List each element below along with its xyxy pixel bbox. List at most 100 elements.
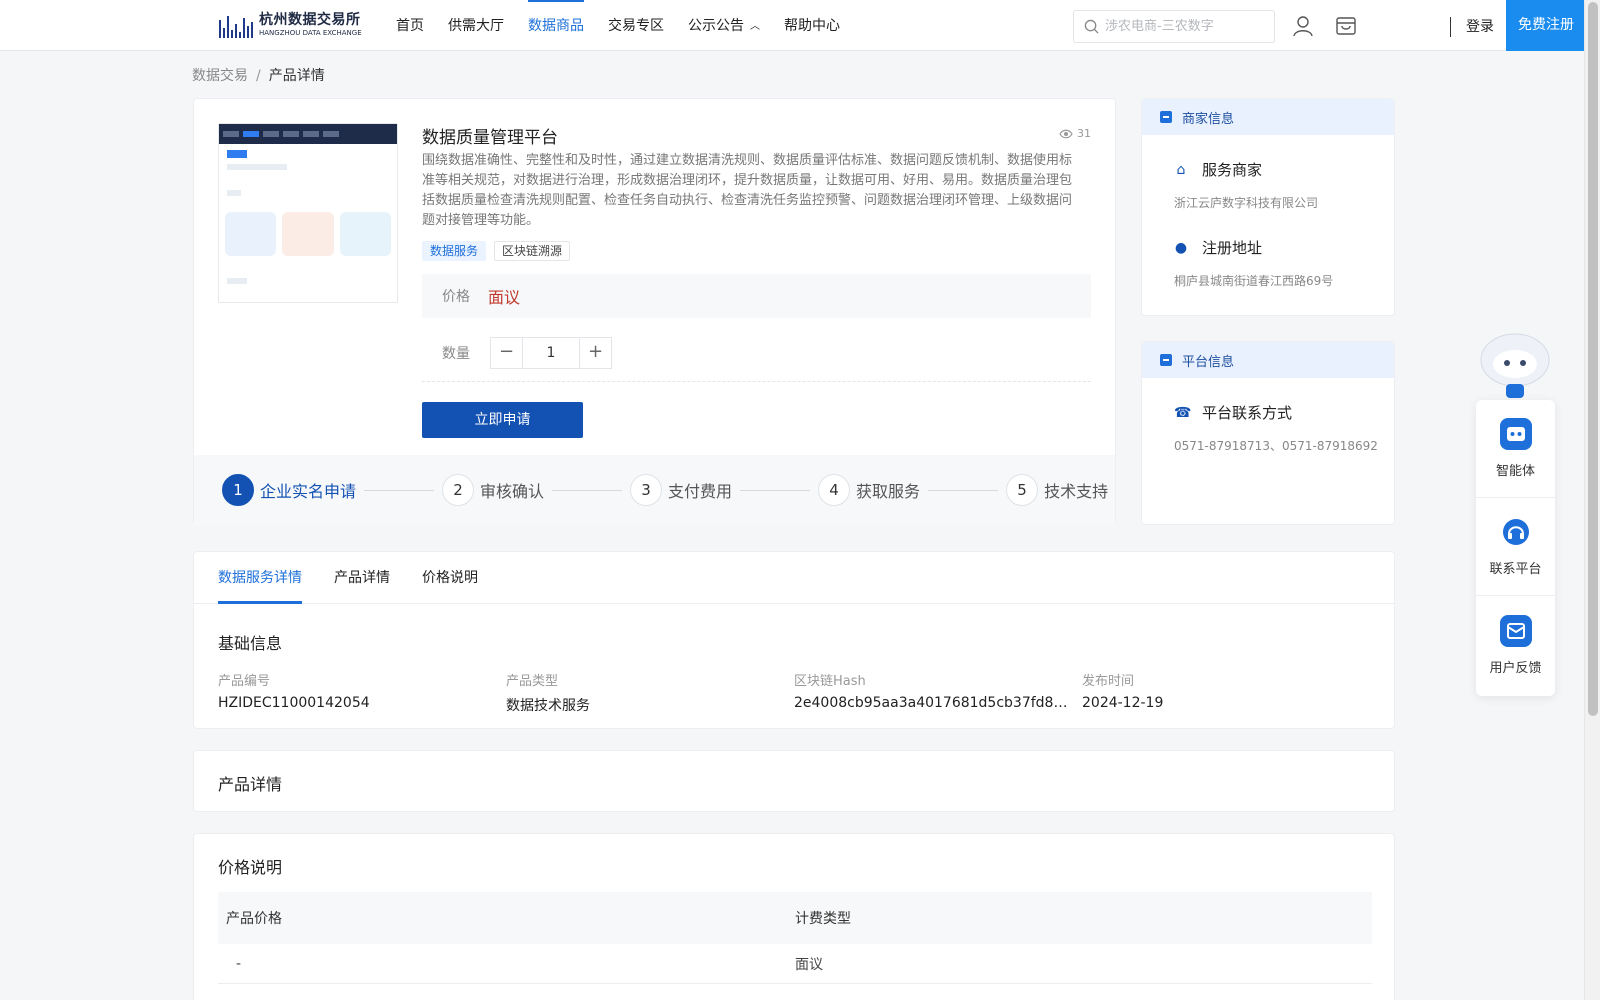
contact-platform-label: 联系平台: [1489, 562, 1542, 577]
user-icon[interactable]: [1292, 15, 1314, 37]
feedback-label: 用户反馈: [1489, 660, 1542, 676]
headset-icon: [1500, 516, 1532, 548]
tab-price-description[interactable]: 价格说明: [422, 552, 478, 604]
info-value: 数据技术服务: [506, 698, 590, 714]
float-panel: 智能体 联系平台 用户反馈: [1476, 400, 1555, 696]
tab-service-details[interactable]: 数据服务详情: [218, 552, 302, 604]
login-link[interactable]: 登录: [1466, 16, 1494, 36]
product-title: 数据质量管理平台: [422, 128, 558, 148]
tag-data-service: 数据服务: [422, 241, 487, 261]
feedback-icon: [1499, 614, 1532, 647]
address-title: 注册地址: [1202, 239, 1263, 257]
platform-header: 平台信息: [1142, 342, 1394, 378]
step-label: 技术支持: [1044, 482, 1109, 501]
detail-tabs-card: 数据服务详情 产品详情 价格说明 基础信息 产品编号 HZIDEC11000142…: [193, 551, 1395, 729]
column-header: 计费类型: [795, 911, 851, 927]
nav-trading-zone[interactable]: 交易专区: [608, 0, 664, 51]
contact-title: 平台联系方式: [1202, 404, 1293, 422]
cart-icon[interactable]: [1335, 15, 1357, 37]
table-cell: 面议: [795, 956, 823, 973]
apply-button[interactable]: 立即申请: [422, 402, 583, 438]
nav-data-products[interactable]: 数据商品: [528, 0, 584, 51]
info-key: 产品类型: [506, 674, 559, 689]
logo[interactable]: 杭州数据交易所 HANGZHOU DATA EXCHANGE: [219, 10, 362, 40]
platform-card: 平台信息 ☎ 平台联系方式 0571-87918713、0571-87918692: [1141, 341, 1395, 525]
info-field: 产品类型数据技术服务: [506, 670, 794, 715]
quantity-input[interactable]: 1: [522, 338, 580, 368]
step-connector: [928, 489, 999, 491]
page-scrollbar[interactable]: [1584, 0, 1600, 1000]
location-pin-icon: ●: [1174, 239, 1188, 256]
register-button[interactable]: 免费注册: [1506, 0, 1586, 51]
search-box[interactable]: [1073, 10, 1275, 43]
quantity-stepper: − 1 +: [490, 337, 612, 369]
scrollbar-thumb[interactable]: [1588, 2, 1598, 716]
step-connector: [552, 489, 623, 491]
info-value: 2e4008cb95aa3a4017681d5cb37fd87d40f...: [794, 695, 1072, 711]
header-divider: [1450, 17, 1451, 37]
price-table: 产品价格 计费类型 - 面议: [218, 892, 1372, 984]
service-merchant-title: 服务商家: [1202, 161, 1263, 179]
contact-value: 0571-87918713、0571-87918692: [1174, 439, 1378, 453]
table-row: - 面议: [218, 944, 1372, 984]
quantity-row: 数量 − 1 +: [422, 325, 1091, 382]
address-value: 桐庐县城南街道春江西路69号: [1174, 274, 1334, 288]
process-steps: 1 企业实名申请 2 审核确认 3 支付费用 4 获取服务 5 技术支持: [194, 455, 1115, 525]
contact-section: ☎ 平台联系方式 0571-87918713、0571-87918692: [1174, 402, 1378, 454]
calendar-icon: [1160, 111, 1172, 123]
breadcrumb-current: 产品详情: [268, 68, 325, 84]
price-label: 价格: [442, 289, 470, 305]
step-2: 2 审核确认: [442, 474, 630, 506]
feedback-button[interactable]: 用户反馈: [1476, 596, 1555, 694]
merchant-header-label: 商家信息: [1182, 111, 1235, 127]
main-nav: 首页 供需大厅 数据商品 交易专区 公示公告 ︿ 帮助中心: [396, 0, 864, 51]
tab-product-details[interactable]: 产品详情: [334, 552, 390, 604]
merchant-header: 商家信息: [1142, 99, 1394, 135]
breadcrumb-parent[interactable]: 数据交易: [192, 68, 248, 84]
breadcrumb: 数据交易 / 产品详情: [192, 65, 325, 85]
contact-platform-button[interactable]: 联系平台: [1476, 498, 1555, 596]
price-value: 面议: [488, 288, 521, 307]
step-number: 4: [818, 474, 851, 506]
product-tags: 数据服务 区块链溯源: [422, 241, 571, 261]
home-icon: ⌂: [1176, 161, 1186, 178]
product-description: 围绕数据准确性、完整性和及时性，通过建立数据清洗规则、数据质量评估标准、数据问题…: [422, 153, 1073, 228]
nav-announcements[interactable]: 公示公告 ︿: [688, 0, 760, 51]
decrease-button[interactable]: −: [491, 338, 522, 368]
view-count: 31: [1059, 127, 1091, 140]
nav-supply-demand[interactable]: 供需大厅: [448, 0, 504, 51]
quantity-label: 数量: [442, 346, 470, 362]
chevron-up-icon: ︿: [750, 21, 760, 32]
phone-icon: ☎: [1174, 404, 1192, 421]
step-label: 支付费用: [668, 482, 733, 501]
info-key: 发布时间: [1082, 674, 1135, 689]
logo-subtitle: HANGZHOU DATA EXCHANGE: [259, 29, 362, 37]
step-label: 企业实名申请: [260, 482, 357, 501]
nav-help[interactable]: 帮助中心: [784, 0, 840, 51]
address-section: ● 注册地址 桐庐县城南街道春江西路69号: [1174, 237, 1333, 289]
table-cell: -: [236, 955, 242, 972]
product-detail-title: 产品详情: [218, 775, 283, 794]
calendar-icon: [1160, 354, 1172, 366]
tag-blockchain: 区块链溯源: [494, 241, 571, 261]
eye-icon: [1059, 129, 1073, 138]
product-thumbnail[interactable]: [218, 123, 398, 303]
step-connector: [364, 489, 435, 491]
search-input[interactable]: [1105, 19, 1265, 34]
step-label: 审核确认: [480, 482, 545, 501]
breadcrumb-separator: /: [256, 68, 261, 84]
nav-announcements-label: 公示公告: [688, 18, 744, 34]
nav-home[interactable]: 首页: [396, 0, 424, 51]
price-card: 价格说明 产品价格 计费类型 - 面议: [193, 833, 1395, 1000]
robot-mascot-icon[interactable]: [1476, 326, 1554, 402]
step-5: 5 技术支持: [1006, 474, 1108, 506]
top-header: 杭州数据交易所 HANGZHOU DATA EXCHANGE 首页 供需大厅 数…: [0, 0, 1586, 51]
service-merchant-section: ⌂ 服务商家 浙江云庐数字科技有限公司: [1174, 159, 1318, 211]
increase-button[interactable]: +: [580, 338, 611, 368]
table-header: 产品价格 计费类型: [218, 892, 1372, 944]
agent-button[interactable]: 智能体: [1476, 400, 1555, 498]
price-section-title: 价格说明: [218, 858, 283, 877]
step-4: 4 获取服务: [818, 474, 1006, 506]
info-field: 区块链Hash 2e4008cb95aa3a4017681d5cb37fd87d4…: [794, 670, 1082, 715]
basic-info-grid: 产品编号 HZIDEC11000142054 产品类型 数据技术服务 区块链Hash…: [218, 670, 1370, 715]
